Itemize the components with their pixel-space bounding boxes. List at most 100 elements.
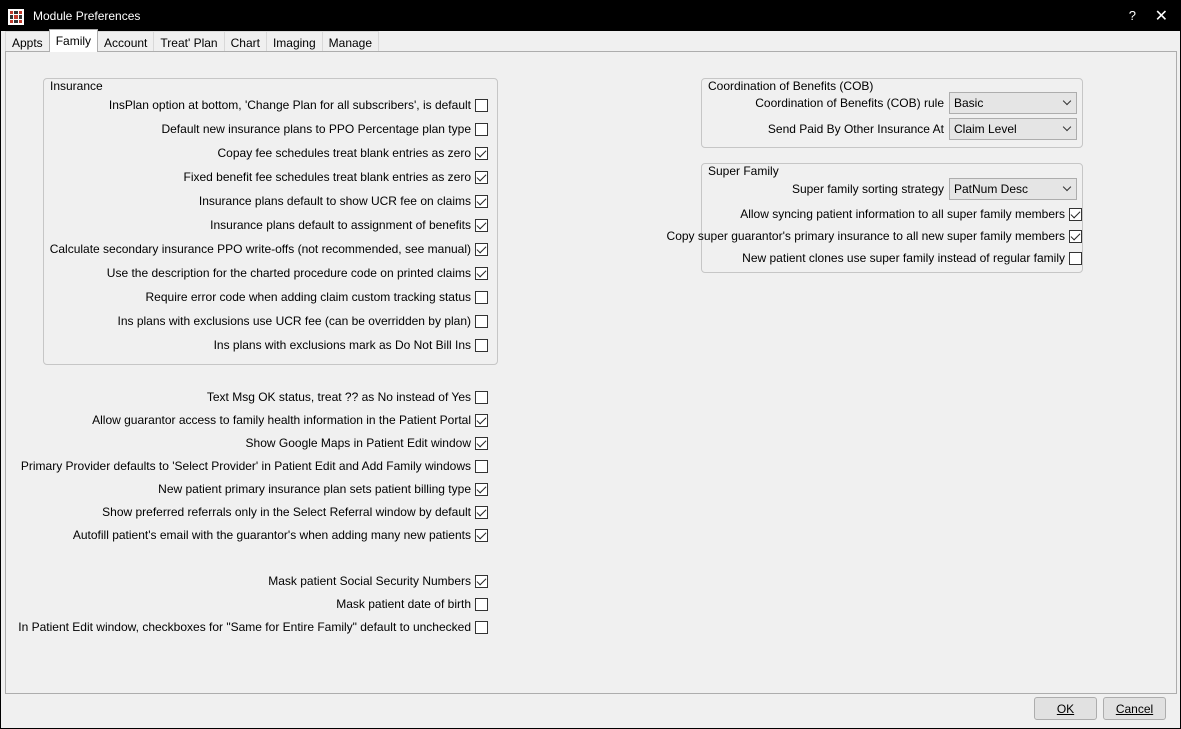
family-option-label: Autofill patient's email with the guaran… [72, 528, 471, 542]
super-family-sort-value: PatNum Desc [954, 182, 1029, 196]
family-option-row[interactable]: Show preferred referrals only in the Sel… [102, 504, 488, 520]
family-option-label: New patient primary insurance plan sets … [158, 482, 471, 496]
family-option-row[interactable]: Show Google Maps in Patient Edit window [246, 435, 488, 451]
family-option-label: Allow guarantor access to family health … [92, 413, 471, 427]
tab-family[interactable]: Family [48, 29, 99, 52]
family-option-row[interactable]: Primary Provider defaults to 'Select Pro… [21, 458, 488, 474]
insurance-option-row[interactable]: Require error code when adding claim cus… [145, 289, 488, 305]
tab-appts[interactable]: Appts [5, 31, 50, 52]
module-preferences-window: Module Preferences ? ✕ Appts Family Accoun… [0, 2, 1181, 729]
family-tab-page: Insurance InsPlan option at bottom, 'Cha… [5, 51, 1177, 694]
insurance-option-label: Require error code when adding claim cus… [145, 290, 472, 304]
cob-rule-label: Coordination of Benefits (COB) rule [755, 96, 944, 110]
checkbox[interactable] [475, 98, 488, 112]
cancel-button[interactable]: Cancel [1103, 697, 1166, 720]
checkbox[interactable] [475, 290, 488, 304]
insurance-option-row[interactable]: InsPlan option at bottom, 'Change Plan f… [109, 97, 488, 113]
super-family-option-row[interactable]: Allow syncing patient information to all… [740, 206, 1082, 222]
insurance-option-row[interactable]: Use the description for the charted proc… [107, 265, 488, 281]
checkbox[interactable] [475, 194, 488, 208]
super-family-sort-row: Super family sorting strategy PatNum Des… [792, 178, 1077, 200]
ok-button-label: OK [1056, 701, 1075, 716]
insurance-option-label: Insurance plans default to show UCR fee … [198, 194, 471, 208]
checkbox[interactable] [1069, 207, 1082, 221]
cob-rule-dropdown[interactable]: Basic [949, 92, 1077, 114]
family-option-label: Primary Provider defaults to 'Select Pro… [20, 459, 471, 473]
super-family-option-label: Copy super guarantor's primary insurance… [666, 229, 1065, 243]
close-icon[interactable]: ✕ [1155, 6, 1168, 26]
chevron-down-icon [1062, 96, 1072, 106]
window-title: Module Preferences [33, 9, 141, 23]
checkbox[interactable] [475, 390, 488, 404]
super-family-option-label: New patient clones use super family inst… [742, 251, 1065, 265]
tab-manage[interactable]: Manage [321, 31, 380, 52]
checkbox[interactable] [475, 122, 488, 136]
insurance-option-row[interactable]: Fixed benefit fee schedules treat blank … [184, 169, 488, 185]
privacy-option-row[interactable]: Mask patient Social Security Numbers [268, 573, 488, 589]
checkbox[interactable] [1069, 251, 1082, 265]
insurance-group-title: Insurance [50, 79, 103, 93]
cob-group-title: Coordination of Benefits (COB) [708, 79, 874, 93]
ok-button[interactable]: OK [1034, 697, 1097, 720]
privacy-option-row[interactable]: In Patient Edit window, checkboxes for "… [18, 619, 488, 635]
tab-imaging[interactable]: Imaging [265, 31, 323, 52]
privacy-option-label: Mask patient Social Security Numbers [268, 574, 471, 588]
insurance-option-row[interactable]: Default new insurance plans to PPO Perce… [161, 121, 488, 137]
paid-by-other-dropdown[interactable]: Claim Level [949, 118, 1077, 140]
app-icon [8, 9, 24, 25]
insurance-option-label: Copay fee schedules treat blank entries … [217, 146, 471, 160]
checkbox[interactable] [475, 528, 488, 542]
tab-account[interactable]: Account [97, 31, 155, 52]
checkbox[interactable] [475, 505, 488, 519]
insurance-option-label: Insurance plans default to assignment of… [210, 218, 471, 232]
family-option-row[interactable]: Autofill patient's email with the guaran… [73, 527, 488, 543]
family-option-label: Show Google Maps in Patient Edit window [245, 436, 471, 450]
title-bar: Module Preferences ? ✕ [1, 3, 1180, 31]
checkbox[interactable] [475, 242, 488, 256]
privacy-option-row[interactable]: Mask patient date of birth [336, 596, 488, 612]
chevron-down-icon [1062, 122, 1072, 132]
checkbox[interactable] [475, 482, 488, 496]
tab-chart[interactable]: Chart [223, 31, 267, 52]
paid-by-other-label: Send Paid By Other Insurance At [767, 122, 944, 136]
checkbox[interactable] [475, 574, 488, 588]
super-family-sort-label: Super family sorting strategy [791, 182, 944, 196]
super-family-option-label: Allow syncing patient information to all… [740, 207, 1065, 221]
super-family-sort-dropdown[interactable]: PatNum Desc [949, 178, 1077, 200]
insurance-option-label: Ins plans with exclusions mark as Do Not… [213, 338, 471, 352]
insurance-option-row[interactable]: Insurance plans default to assignment of… [210, 217, 488, 233]
cob-rule-value: Basic [954, 96, 984, 110]
family-option-row[interactable]: New patient primary insurance plan sets … [158, 481, 488, 497]
family-option-row[interactable]: Text Msg OK status, treat ?? as No inste… [207, 389, 488, 405]
checkbox[interactable] [475, 146, 488, 160]
chevron-down-icon [1062, 182, 1072, 192]
checkbox[interactable] [1069, 229, 1082, 243]
insurance-option-row[interactable]: Insurance plans default to show UCR fee … [199, 193, 488, 209]
checkbox[interactable] [475, 170, 488, 184]
checkbox[interactable] [475, 620, 488, 634]
insurance-option-row[interactable]: Ins plans with exclusions use UCR fee (c… [117, 313, 488, 329]
super-family-option-row[interactable]: Copy super guarantor's primary insurance… [667, 228, 1082, 244]
help-button[interactable]: ? [1129, 8, 1136, 23]
privacy-option-label: Mask patient date of birth [336, 597, 471, 611]
checkbox[interactable] [475, 338, 488, 352]
checkbox[interactable] [475, 597, 488, 611]
super-family-option-row[interactable]: New patient clones use super family inst… [742, 250, 1082, 266]
checkbox[interactable] [475, 218, 488, 232]
checkbox[interactable] [475, 413, 488, 427]
tab-treat-plan[interactable]: Treat' Plan [153, 31, 225, 52]
checkbox[interactable] [475, 314, 488, 328]
family-option-row[interactable]: Allow guarantor access to family health … [92, 412, 488, 428]
checkbox[interactable] [475, 436, 488, 450]
insurance-option-label: Ins plans with exclusions use UCR fee (c… [117, 314, 471, 328]
privacy-option-label: In Patient Edit window, checkboxes for "… [18, 620, 471, 634]
insurance-option-row[interactable]: Copay fee schedules treat blank entries … [218, 145, 488, 161]
insurance-option-row[interactable]: Ins plans with exclusions mark as Do Not… [214, 337, 488, 353]
checkbox[interactable] [475, 266, 488, 280]
insurance-option-row[interactable]: Calculate secondary insurance PPO write-… [50, 241, 488, 257]
insurance-option-label: Use the description for the charted proc… [106, 266, 471, 280]
paid-by-other-value: Claim Level [954, 122, 1017, 136]
insurance-option-label: Calculate secondary insurance PPO write-… [49, 242, 471, 256]
checkbox[interactable] [475, 459, 488, 473]
paid-by-other-row: Send Paid By Other Insurance At Claim Le… [768, 118, 1077, 140]
